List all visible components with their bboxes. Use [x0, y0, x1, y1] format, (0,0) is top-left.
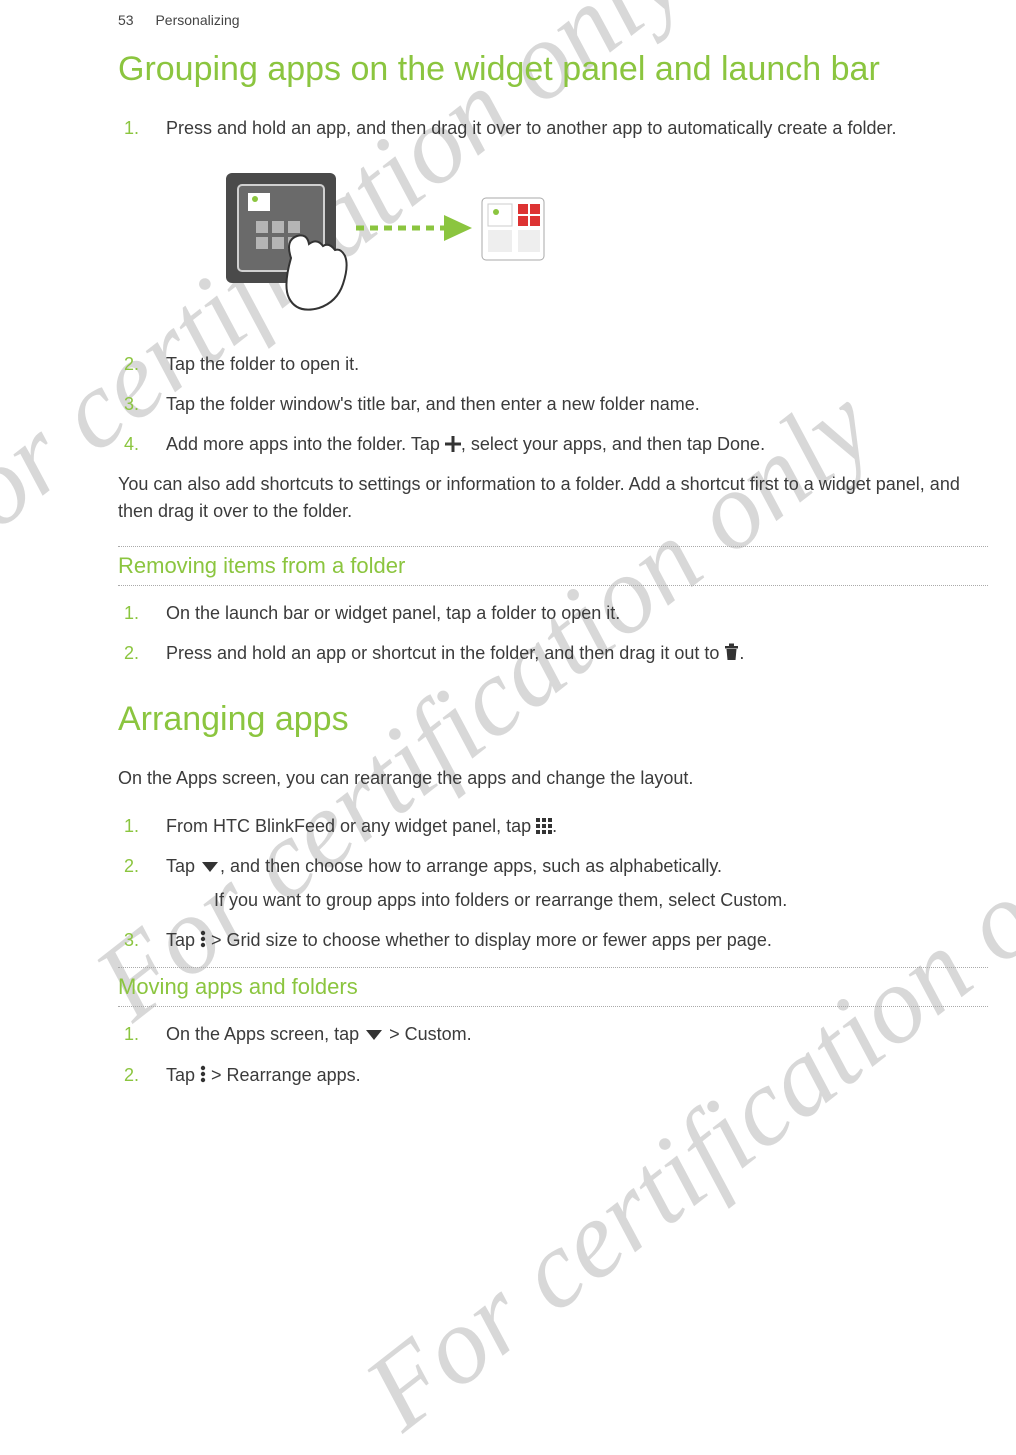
step-number: 2.: [124, 640, 139, 666]
step-text: Tap: [166, 856, 200, 876]
step-text: On the launch bar or widget panel, tap a…: [166, 603, 620, 623]
step-text: .: [739, 643, 744, 663]
document-page: 53 Personalizing Grouping apps on the wi…: [0, 0, 1016, 1088]
arranging-steps: 1. From HTC BlinkFeed or any widget pane…: [118, 813, 988, 953]
step-text: .: [760, 434, 765, 454]
bold-label: Grid size: [227, 930, 298, 950]
step-text: On the Apps screen, tap: [166, 1024, 364, 1044]
step-text: , select your apps, and then tap: [461, 434, 717, 454]
step-text: Press and hold an app or shortcut in the…: [166, 643, 724, 663]
step-number: 2.: [124, 351, 139, 377]
step-number: 2.: [124, 1062, 139, 1088]
step-number: 3.: [124, 927, 139, 953]
step-number: 1.: [124, 600, 139, 626]
list-item: 2. Tap > Rearrange apps.: [166, 1062, 988, 1088]
bold-label: Custom: [720, 890, 782, 910]
plus-icon: [445, 436, 461, 452]
step-text: Tap: [166, 930, 200, 950]
drag-illustration: [226, 163, 988, 323]
step-number: 4.: [124, 431, 139, 457]
step-text: .: [356, 1065, 361, 1085]
step-note: If you want to group apps into folders o…: [214, 887, 988, 913]
step-number: 1.: [124, 115, 139, 141]
bold-label: Custom: [405, 1024, 467, 1044]
step-text: Tap the folder window's title bar, and t…: [166, 394, 700, 414]
list-item: 1. On the launch bar or widget panel, ta…: [166, 600, 988, 626]
page-header: 53 Personalizing: [118, 12, 988, 28]
section-title-grouping: Grouping apps on the widget panel and la…: [118, 50, 988, 89]
removing-steps: 1. On the launch bar or widget panel, ta…: [118, 600, 988, 666]
list-item: 1. From HTC BlinkFeed or any widget pane…: [166, 813, 988, 839]
step-text: Tap the folder to open it.: [166, 354, 359, 374]
section-name: Personalizing: [155, 12, 239, 28]
step-number: 1.: [124, 1021, 139, 1047]
step-text: >: [206, 930, 227, 950]
step-number: 2.: [124, 853, 139, 879]
list-item: 4. Add more apps into the folder. Tap , …: [166, 431, 988, 457]
subheading-removing: Removing items from a folder: [118, 546, 988, 586]
apps-grid-icon: [536, 818, 552, 834]
step-text: Press and hold an app, and then drag it …: [166, 118, 896, 138]
step-text: Tap: [166, 1065, 200, 1085]
list-item: 1. Press and hold an app, and then drag …: [166, 115, 988, 323]
trash-icon: [724, 643, 739, 661]
step-number: 1.: [124, 813, 139, 839]
step-text: From HTC BlinkFeed or any widget panel, …: [166, 816, 536, 836]
dropdown-triangle-icon: [200, 860, 220, 874]
list-item: 2. Press and hold an app or shortcut in …: [166, 640, 988, 666]
list-item: 3. Tap the folder window's title bar, an…: [166, 391, 988, 417]
list-item: 3. Tap > Grid size to choose whether to …: [166, 927, 988, 953]
step-text: >: [384, 1024, 405, 1044]
list-item: 1. On the Apps screen, tap > Custom.: [166, 1021, 988, 1047]
step-text: >: [206, 1065, 227, 1085]
step-text: to choose whether to display more or few…: [298, 930, 772, 950]
dropdown-triangle-icon: [364, 1028, 384, 1042]
step-number: 3.: [124, 391, 139, 417]
grouping-steps: 1. Press and hold an app, and then drag …: [118, 115, 988, 457]
grouping-note: You can also add shortcuts to settings o…: [118, 471, 988, 523]
section-title-arranging: Arranging apps: [118, 700, 988, 739]
step-text: .: [552, 816, 557, 836]
bold-label: Done: [717, 434, 760, 454]
page-number: 53: [118, 12, 134, 28]
step-text: .: [467, 1024, 472, 1044]
list-item: 2. Tap , and then choose how to arrange …: [166, 853, 988, 913]
arranging-intro: On the Apps screen, you can rearrange th…: [118, 765, 988, 791]
moving-steps: 1. On the Apps screen, tap > Custom. 2. …: [118, 1021, 988, 1087]
step-text: , and then choose how to arrange apps, s…: [220, 856, 722, 876]
step-text: Add more apps into the folder. Tap: [166, 434, 445, 454]
subheading-moving: Moving apps and folders: [118, 967, 988, 1007]
list-item: 2. Tap the folder to open it.: [166, 351, 988, 377]
bold-label: Rearrange apps: [227, 1065, 356, 1085]
